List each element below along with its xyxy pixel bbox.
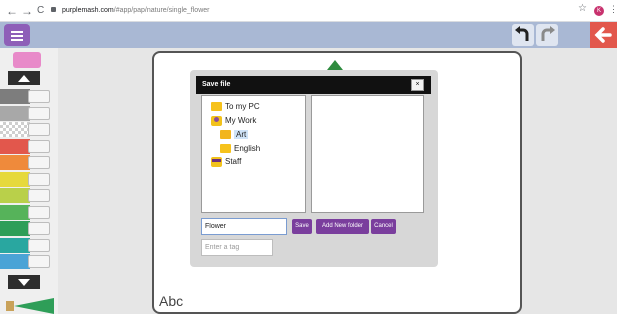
cancel-button[interactable]: Cancel — [371, 219, 396, 234]
browser-toolbar: ← → C purplemash.com/#app/pap/nature/sin… — [0, 0, 617, 22]
tree-item-art[interactable]: Art — [220, 130, 249, 140]
pen-barrel — [0, 122, 30, 137]
folder-tree: To my PC My Work Art English Staff — [201, 95, 306, 213]
pen-cap — [28, 139, 50, 153]
pen-swatch[interactable] — [0, 204, 52, 220]
bookmark-star-icon[interactable]: ☆ — [578, 3, 587, 14]
pen-swatch[interactable] — [0, 105, 52, 121]
pen-swatch[interactable] — [0, 254, 52, 269]
pen-cap — [28, 123, 50, 136]
profile-avatar[interactable]: K — [594, 6, 604, 16]
pen-cap — [28, 205, 50, 219]
pen-barrel — [0, 188, 30, 203]
tree-item-label: Staff — [225, 157, 242, 166]
undo-icon — [515, 26, 529, 41]
pink-fill-swatch[interactable] — [13, 52, 41, 68]
green-pen-tool-icon[interactable] — [6, 297, 56, 314]
pen-cap — [28, 222, 50, 235]
pen-cap — [28, 156, 50, 169]
redo-icon — [541, 26, 555, 41]
pen-swatch[interactable] — [0, 138, 52, 154]
pen-barrel — [0, 254, 30, 269]
tree-item-english[interactable]: English — [220, 144, 260, 154]
filename-input[interactable] — [201, 218, 287, 235]
file-list-pane[interactable] — [311, 95, 424, 213]
browser-menu-icon[interactable]: ⋮ — [609, 4, 617, 15]
tree-item-staff[interactable]: Staff — [211, 157, 241, 167]
scroll-down-button[interactable] — [8, 275, 40, 289]
pen-barrel — [0, 138, 30, 154]
pen-swatch[interactable] — [0, 122, 52, 137]
hamburger-line — [11, 31, 23, 33]
dialog-title: Save file — [196, 76, 431, 94]
tree-item-label: To my PC — [225, 102, 260, 111]
add-new-folder-button[interactable]: Add New folder — [316, 219, 369, 234]
lock-icon — [51, 7, 56, 12]
pen-barrel — [0, 171, 30, 187]
pen-cap — [28, 172, 50, 186]
reload-icon[interactable]: C — [37, 3, 44, 19]
up-arrow-icon — [18, 75, 30, 82]
url-host: purplemash.com — [62, 7, 114, 14]
pen-swatch[interactable] — [0, 237, 52, 253]
forward-arrow-icon[interactable]: → — [21, 3, 33, 19]
pen-swatch[interactable] — [0, 89, 52, 104]
pen-swatch[interactable] — [0, 221, 52, 236]
pen-barrel — [0, 221, 30, 236]
pen-cap — [28, 238, 50, 252]
pen-palette — [0, 48, 58, 314]
pen-barrel — [0, 105, 30, 121]
pen-barrel — [0, 204, 30, 220]
pen-cap — [28, 106, 50, 120]
back-button[interactable] — [590, 22, 617, 48]
text-tool-label[interactable]: Abc — [159, 293, 183, 309]
app-toolbar — [0, 22, 617, 48]
pen-swatch[interactable] — [0, 171, 52, 187]
pen-barrel — [0, 155, 30, 170]
pen-barrel — [0, 237, 30, 253]
folder-icon — [211, 102, 222, 111]
pen-swatch[interactable] — [0, 155, 52, 170]
pen-cap — [28, 189, 50, 202]
back-arrow-icon[interactable]: ← — [6, 3, 18, 19]
staff-icon — [211, 157, 222, 167]
pen-barrel — [0, 89, 30, 104]
down-arrow-icon — [18, 279, 30, 286]
folder-open-icon — [220, 130, 231, 139]
url-path: /#app/pap/nature/single_flower — [113, 7, 210, 14]
green-shape — [327, 60, 343, 70]
hamburger-line — [11, 39, 23, 41]
pen-swatch[interactable] — [0, 188, 52, 203]
save-button[interactable]: Save — [292, 219, 312, 234]
tag-input[interactable] — [201, 239, 273, 256]
user-folder-icon — [211, 116, 222, 126]
close-button[interactable]: × — [411, 79, 424, 91]
hamburger-line — [11, 35, 23, 37]
folder-icon — [220, 144, 231, 153]
address-bar[interactable]: purplemash.com/#app/pap/nature/single_fl… — [51, 4, 209, 18]
back-arrow-icon — [594, 27, 612, 43]
tree-item-my-work[interactable]: My Work — [211, 116, 256, 126]
tree-item-to-my-pc[interactable]: To my PC — [211, 102, 260, 112]
scroll-up-button[interactable] — [8, 71, 40, 85]
tree-item-label: My Work — [225, 116, 257, 125]
pen-cap — [28, 255, 50, 268]
undo-button[interactable] — [512, 24, 534, 46]
tree-item-label: Art — [234, 130, 249, 139]
tree-item-label: English — [234, 144, 261, 153]
save-file-dialog: Save file × To my PC My Work Art English… — [190, 70, 438, 267]
pen-cap — [28, 90, 50, 103]
hamburger-menu-button[interactable] — [4, 24, 30, 46]
redo-button[interactable] — [536, 24, 558, 46]
